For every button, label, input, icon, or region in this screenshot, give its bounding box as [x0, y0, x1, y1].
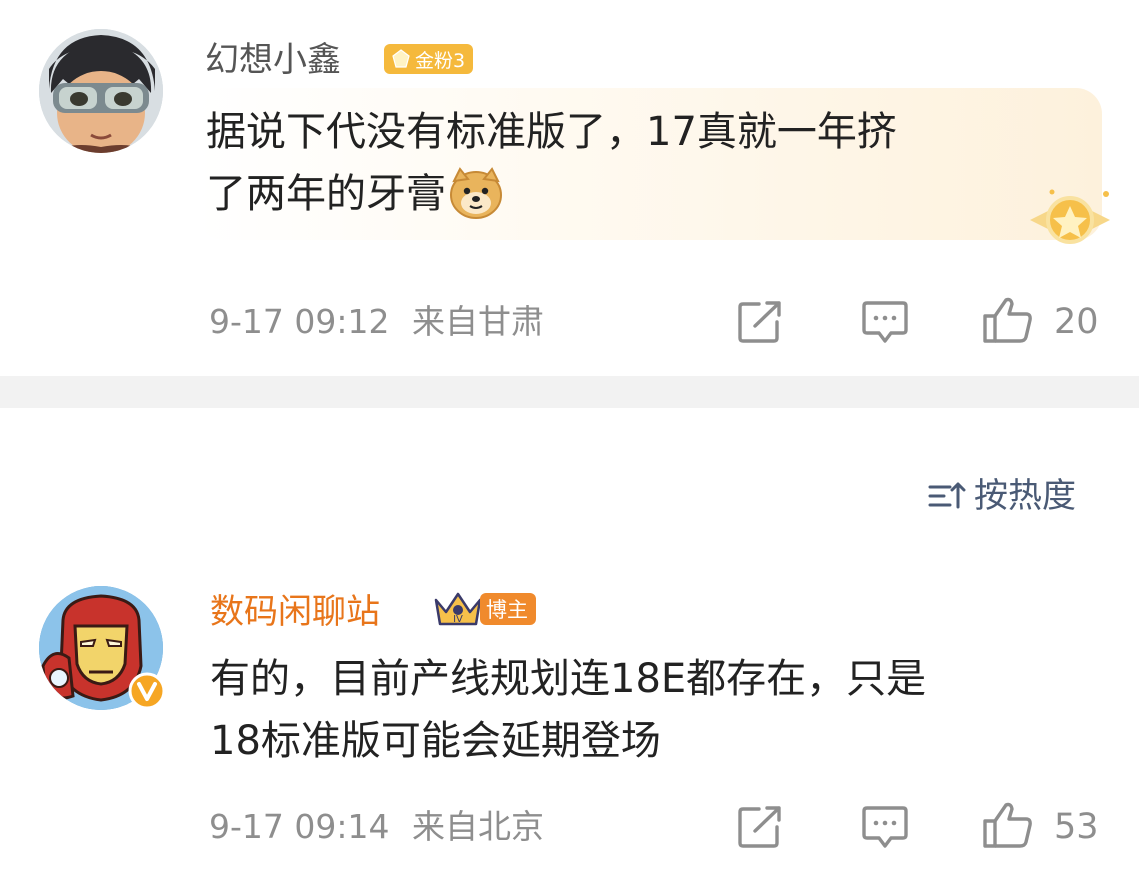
fan-badge[interactable]: 金粉3: [384, 44, 474, 74]
doge-emoji-icon: [450, 167, 502, 219]
comment-text: 有的，目前产线规划连18E都存在，只是 18标准版可能会延期登场: [210, 648, 1110, 772]
comment-location: 来自甘肃: [412, 302, 544, 341]
avatar-illustration: [39, 29, 163, 153]
comment-text-line-1: 有的，目前产线规划连18E都存在，只是: [210, 656, 927, 702]
section-divider: [0, 376, 1139, 408]
like-count: 20: [1054, 302, 1099, 342]
comment-meta: 9-17 09:12 来自甘肃: [209, 302, 544, 342]
comment-text-line-1: 据说下代没有标准版了，17真就一年挤: [206, 109, 897, 155]
badge-label: 金粉3: [415, 49, 466, 72]
comment-time: 9-17 09:12: [209, 302, 390, 341]
comment-text-line-2: 了两年的牙膏: [206, 171, 446, 217]
diamond-icon: [392, 49, 410, 68]
svg-text:IV: IV: [453, 614, 463, 625]
comment-text: 据说下代没有标准版了，17真就一年挤 了两年的牙膏: [206, 101, 1086, 225]
comment-bubble-icon[interactable]: [861, 804, 909, 850]
thumbs-up-icon[interactable]: [982, 801, 1034, 849]
comment-location: 来自北京: [412, 807, 544, 846]
username[interactable]: 数码闲聊站: [210, 592, 380, 632]
comment-time: 9-17 09:14: [209, 807, 390, 846]
sort-label: 按热度: [974, 476, 1076, 516]
sort-button[interactable]: 按热度: [928, 476, 1076, 516]
username[interactable]: 幻想小鑫: [205, 40, 341, 80]
share-square-icon[interactable]: [737, 805, 783, 849]
gold-medal-decoration: [1020, 186, 1120, 250]
like-count: 53: [1054, 807, 1099, 847]
comment-text-line-2: 18标准版可能会延期登场: [210, 718, 661, 764]
star-medal-icon: [1030, 189, 1110, 244]
blogger-badge[interactable]: IV 博主: [432, 588, 536, 630]
thumbs-up-icon[interactable]: [982, 296, 1034, 344]
comment-meta: 9-17 09:14 来自北京: [209, 807, 544, 847]
crown-icon: IV: [434, 592, 482, 626]
sort-lines-icon: [928, 482, 966, 509]
share-square-icon[interactable]: [737, 300, 783, 344]
comment-bubble-icon[interactable]: [861, 299, 909, 345]
verified-v-icon: [128, 672, 166, 710]
badge-label: 博主: [480, 593, 536, 625]
avatar-user-1[interactable]: [39, 29, 163, 153]
